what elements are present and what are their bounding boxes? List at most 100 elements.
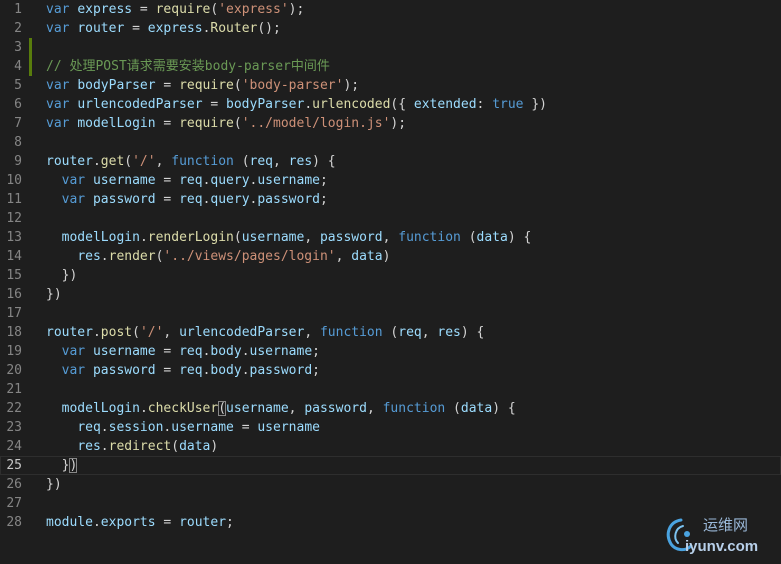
line-code[interactable]: var modelLogin = require('../model/login…: [46, 114, 406, 133]
string-token: 'body-parser': [241, 78, 344, 93]
code-line[interactable]: 17: [0, 304, 781, 323]
current-code-line[interactable]: 25 }): [0, 456, 781, 475]
code-line[interactable]: 18 router.post('/', urlencodedParser, fun…: [0, 323, 781, 342]
line-code[interactable]: req.session.username = username: [46, 418, 320, 437]
code-line[interactable]: 8: [0, 133, 781, 152]
punctuation-token: .: [92, 154, 101, 169]
line-code[interactable]: var username = req.body.username;: [46, 342, 320, 361]
code-line[interactable]: 13 modelLogin.renderLogin(username, pass…: [0, 228, 781, 247]
line-code[interactable]: var username = req.query.username;: [46, 171, 328, 190]
code-line[interactable]: 27: [0, 494, 781, 513]
line-code[interactable]: var express = require('express');: [46, 0, 304, 19]
line-number: 19: [6, 344, 22, 359]
function-token: require: [155, 2, 211, 17]
code-line[interactable]: 9 router.get('/', function (req, res) {: [0, 152, 781, 171]
identifier-token: router: [46, 154, 93, 169]
code-editor[interactable]: 1 var express = require('express'); 2 var r…: [0, 0, 781, 564]
punctuation-token: (: [445, 401, 461, 416]
code-line[interactable]: 24 res.redirect(data): [0, 437, 781, 456]
line-code[interactable]: }): [46, 285, 62, 304]
code-line[interactable]: 2 var router = express.Router();: [0, 19, 781, 38]
identifier-token: router: [179, 515, 227, 530]
string-token: '/': [132, 154, 156, 169]
punctuation-token: [85, 173, 93, 188]
punctuation-token: ): [382, 249, 391, 264]
line-code[interactable]: }): [46, 266, 78, 285]
code-line[interactable]: 16}): [0, 285, 781, 304]
line-code[interactable]: var urlencodedParser = bodyParser.urlenc…: [46, 95, 547, 114]
code-line[interactable]: 14 res.render('../views/pages/login', da…: [0, 247, 781, 266]
line-code[interactable]: var password = req.query.password;: [46, 190, 328, 209]
line-code[interactable]: router.post('/', urlencodedParser, funct…: [46, 323, 484, 342]
comment-token: // 处理POST请求需要安装body-parser中间件: [46, 59, 330, 74]
code-line[interactable]: 10 var username = req.query.username;: [0, 171, 781, 190]
punctuation-token: );: [390, 116, 407, 131]
punctuation-token: [46, 401, 62, 416]
line-number: 14: [6, 249, 22, 264]
identifier-token: router: [77, 21, 125, 36]
line-code[interactable]: res.render('../views/pages/login', data): [46, 247, 390, 266]
line-code[interactable]: module.exports = router;: [46, 513, 234, 532]
punctuation-token: ): [210, 439, 219, 454]
punctuation-token: =: [155, 344, 180, 359]
code-line[interactable]: 6 var urlencodedParser = bodyParser.urlen…: [0, 95, 781, 114]
line-code[interactable]: }): [46, 456, 78, 475]
code-line[interactable]: 7 var modelLogin = require('../model/logi…: [0, 114, 781, 133]
code-line[interactable]: 11 var password = req.query.password;: [0, 190, 781, 209]
identifier-token: password: [92, 192, 156, 207]
punctuation-token: =: [124, 21, 148, 36]
line-code[interactable]: var password = req.body.password;: [46, 361, 320, 380]
punctuation-token: ,: [304, 325, 320, 340]
modified-gutter-marker: [29, 38, 32, 57]
code-line[interactable]: 20 var password = req.body.password;: [0, 361, 781, 380]
line-code[interactable]: // 处理POST请求需要安装body-parser中间件: [46, 57, 330, 76]
identifier-token: username: [171, 420, 234, 435]
code-line[interactable]: 5 var bodyParser = require('body-parser')…: [0, 76, 781, 95]
code-lines[interactable]: 1 var express = require('express'); 2 var r…: [0, 0, 781, 532]
punctuation-token: ,: [304, 230, 320, 245]
line-code[interactable]: res.redirect(data): [46, 437, 218, 456]
punctuation-token: =: [233, 420, 258, 435]
punctuation-token: .: [92, 325, 101, 340]
code-line[interactable]: 1 var express = require('express');: [0, 0, 781, 19]
code-line[interactable]: 15 }): [0, 266, 781, 285]
punctuation-token: .: [100, 249, 109, 264]
punctuation-token: =: [155, 78, 180, 93]
code-line[interactable]: 12: [0, 209, 781, 228]
identifier-token: res: [288, 154, 313, 169]
code-line[interactable]: 21: [0, 380, 781, 399]
keyword-token: var: [46, 2, 70, 17]
punctuation-token: (: [171, 439, 180, 454]
line-number: 27: [6, 496, 22, 511]
punctuation-token: ,: [421, 325, 438, 340]
watermark: 运维网 iyunv.com: [663, 512, 773, 558]
identifier-token: username: [92, 344, 156, 359]
line-code[interactable]: modelLogin.checkUser(username, password,…: [46, 399, 516, 418]
line-code[interactable]: var router = express.Router();: [46, 19, 281, 38]
code-line[interactable]: 19 var username = req.body.username;: [0, 342, 781, 361]
line-number: 1: [14, 2, 22, 17]
line-number: 21: [6, 382, 22, 397]
keyword-token: function: [398, 230, 461, 245]
identifier-token: res: [77, 439, 101, 454]
function-token: get: [100, 154, 125, 169]
matched-bracket: ): [69, 458, 78, 473]
punctuation-token: [46, 439, 77, 454]
line-code[interactable]: router.get('/', function (req, res) {: [46, 152, 336, 171]
line-code[interactable]: }): [46, 475, 62, 494]
punctuation-token: (: [233, 154, 250, 169]
punctuation-token: [46, 363, 62, 378]
punctuation-token: ,: [335, 249, 352, 264]
line-number: 12: [6, 211, 22, 226]
line-code[interactable]: modelLogin.renderLogin(username, passwor…: [46, 228, 532, 247]
identifier-token: body: [210, 344, 242, 359]
code-line[interactable]: 22 modelLogin.checkUser(username, passwo…: [0, 399, 781, 418]
code-line[interactable]: 3: [0, 38, 781, 57]
punctuation-token: ;: [319, 173, 328, 188]
punctuation-token: [46, 420, 77, 435]
code-line[interactable]: 23 req.session.username = username: [0, 418, 781, 437]
code-line[interactable]: 26}): [0, 475, 781, 494]
code-line[interactable]: 4 // 处理POST请求需要安装body-parser中间件: [0, 57, 781, 76]
string-token: '/': [139, 325, 164, 340]
line-code[interactable]: var bodyParser = require('body-parser');: [46, 76, 359, 95]
